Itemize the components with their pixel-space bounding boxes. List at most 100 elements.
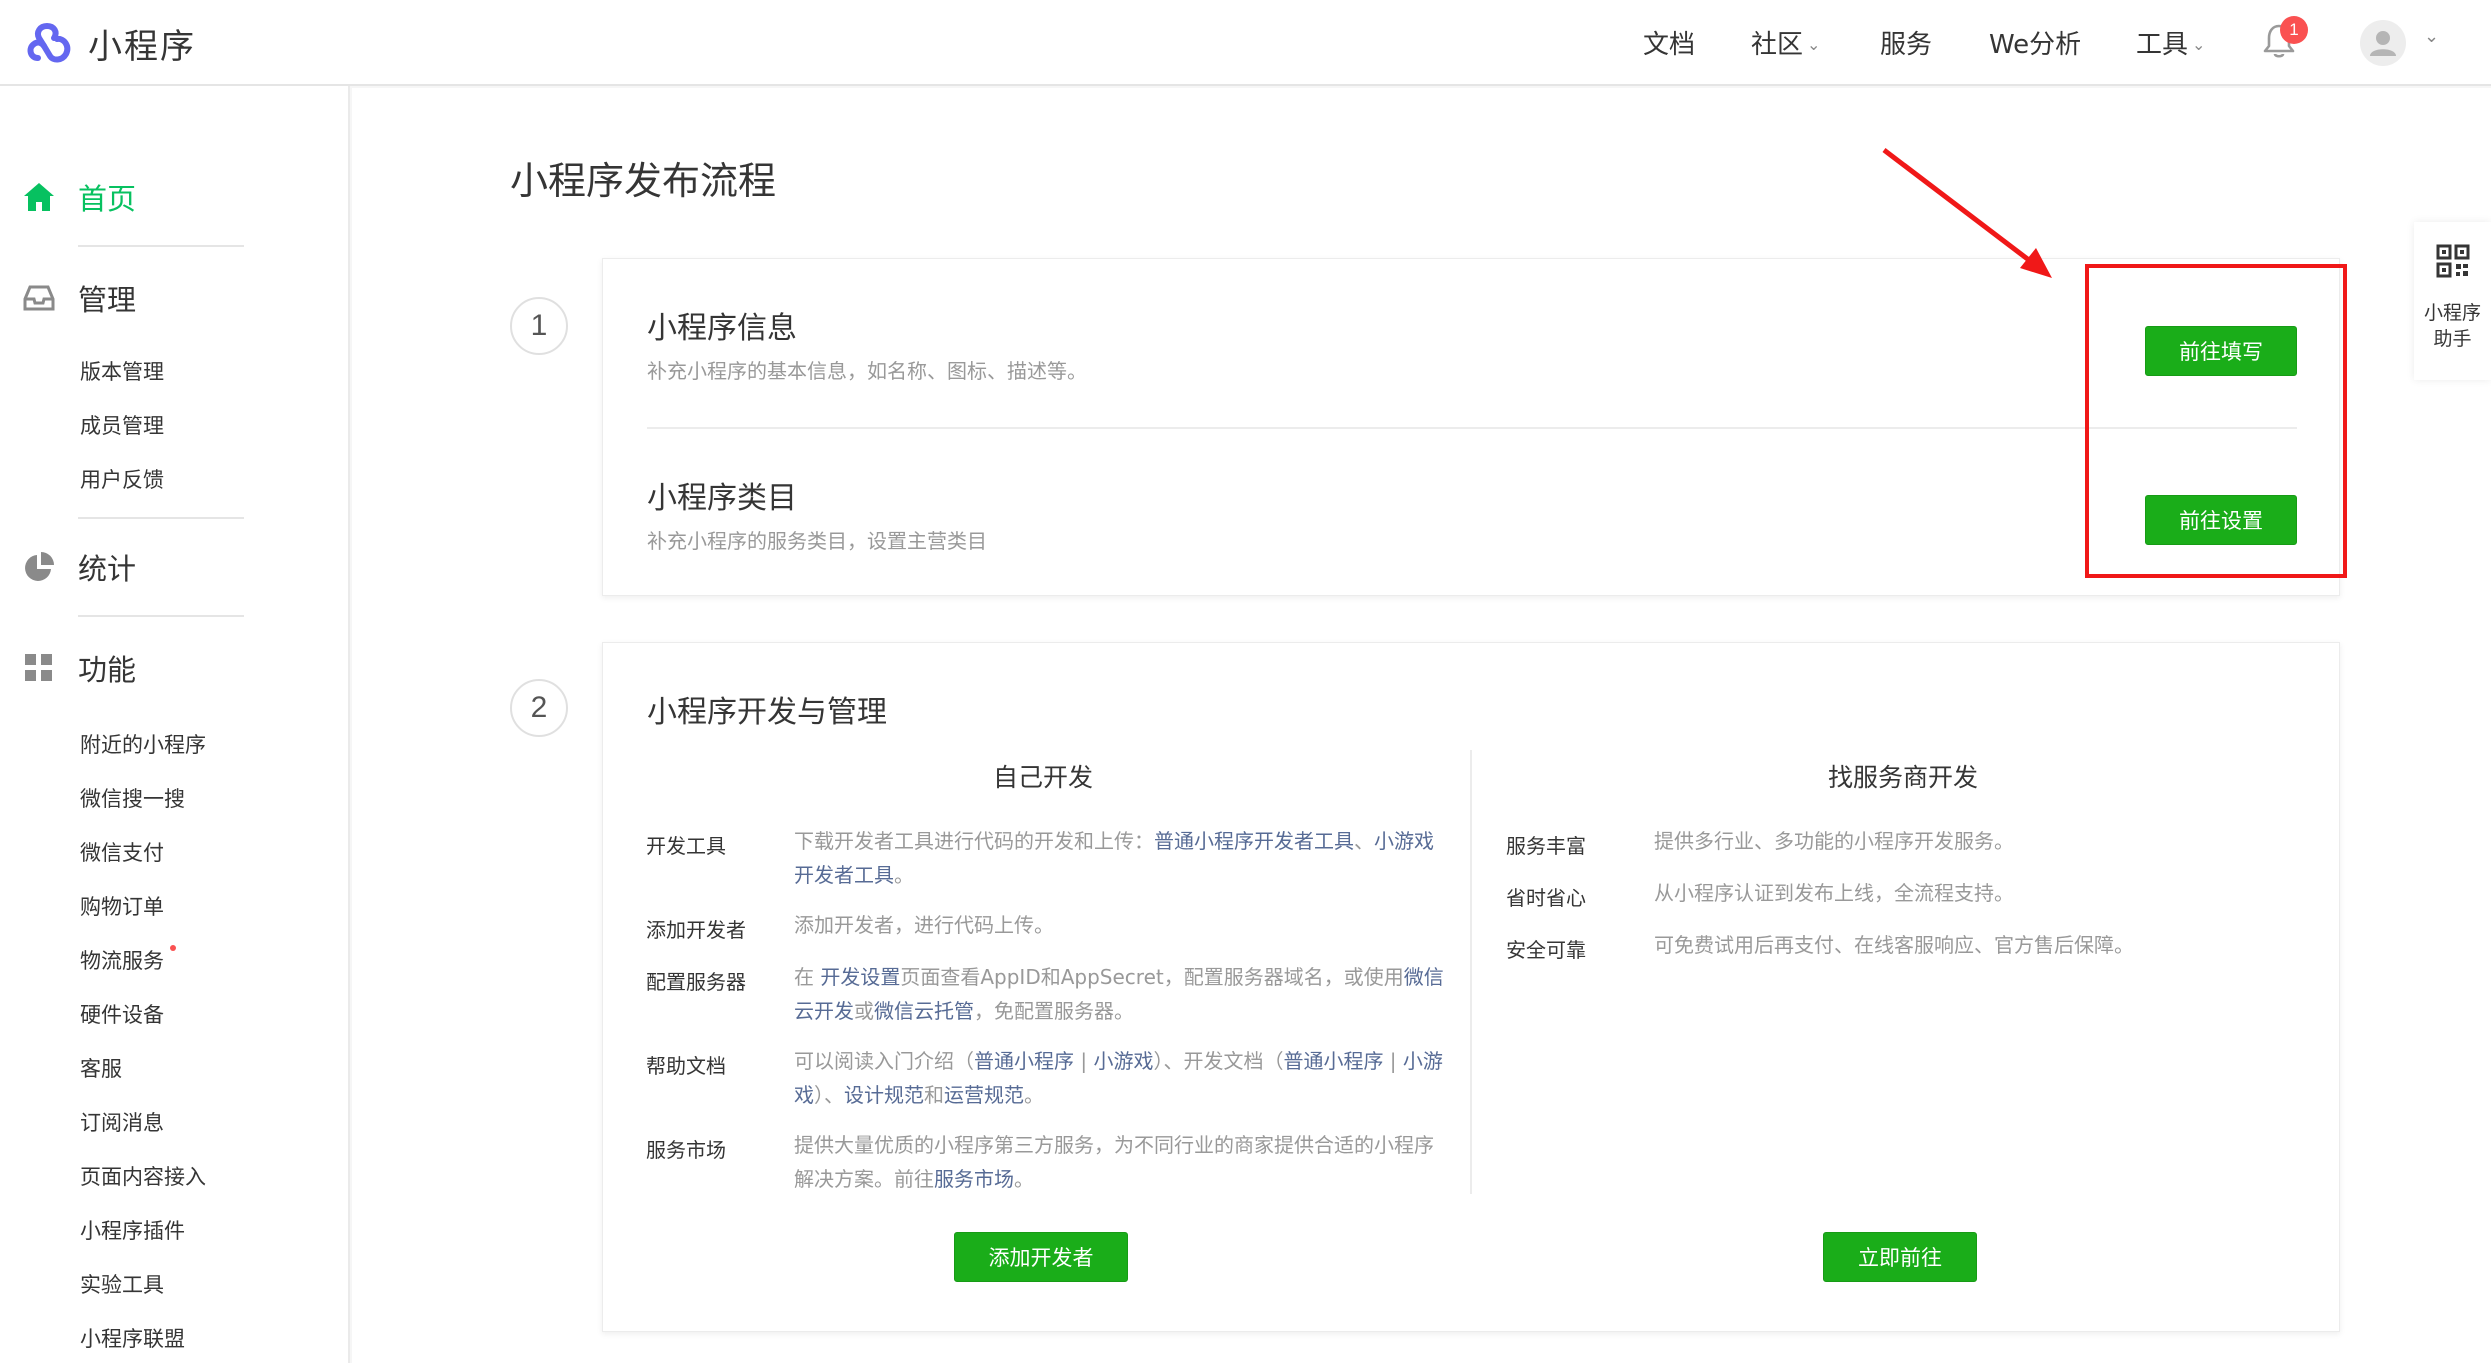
config-text: ，免配置服务器。 bbox=[974, 999, 1134, 1023]
sidebar-item-customer-service[interactable]: 客服 bbox=[80, 1053, 122, 1083]
sidebar-item-hardware[interactable]: 硬件设备 bbox=[80, 999, 164, 1029]
app-name: 小程序 bbox=[88, 26, 196, 67]
row-text-time-saving: 从小程序认证到发布上线，全流程支持。 bbox=[1654, 881, 2014, 905]
sidebar-item-home[interactable]: 首页 bbox=[22, 176, 136, 218]
sidebar-item-features[interactable]: 功能 bbox=[22, 647, 136, 689]
add-developer-text: 添加开发者，进行代码上传。 bbox=[794, 913, 1054, 937]
row-text-service-market: 提供大量优质的小程序第三方服务，为不同行业的商家提供合适的小程序解决方案。前往服… bbox=[794, 1128, 1444, 1196]
assistant-label-line1: 小程序 bbox=[2423, 302, 2481, 324]
link-dev-settings[interactable]: 开发设置 bbox=[820, 965, 900, 989]
avatar-icon[interactable] bbox=[2360, 20, 2406, 66]
period-text: 。 bbox=[1014, 1167, 1034, 1191]
sidebar-item-shopping-orders[interactable]: 购物订单 bbox=[80, 891, 164, 921]
annotation-arrow-icon bbox=[1882, 148, 2052, 278]
nav-community-label: 社区 bbox=[1751, 30, 1804, 60]
new-dot-indicator bbox=[170, 945, 176, 951]
nav-tools-label: 工具 bbox=[2136, 30, 2189, 60]
config-text: 或 bbox=[854, 999, 874, 1023]
link-design-guidelines[interactable]: 设计规范 bbox=[844, 1083, 924, 1107]
help-text: 和 bbox=[924, 1083, 944, 1107]
row-label-help-docs: 帮助文档 bbox=[646, 1054, 726, 1078]
sidebar-item-wechat-search[interactable]: 微信搜一搜 bbox=[80, 783, 185, 813]
dev-tools-text: 下载开发者工具进行代码的开发和上传： bbox=[794, 829, 1154, 853]
nav-community[interactable]: 社区 ⌄ bbox=[1751, 24, 1820, 61]
sidebar-item-page-content[interactable]: 页面内容接入 bbox=[80, 1161, 206, 1191]
sidebar-divider bbox=[78, 615, 244, 617]
link-operation-guidelines[interactable]: 运营规范 bbox=[944, 1083, 1024, 1107]
sidebar-item-user-feedback[interactable]: 用户反馈 bbox=[80, 464, 164, 494]
link-intro-miniprogram[interactable]: 普通小程序 bbox=[974, 1049, 1074, 1073]
row-label-service-market: 服务市场 bbox=[646, 1138, 726, 1162]
nav-tools[interactable]: 工具 ⌄ bbox=[2136, 24, 2205, 61]
nav-services[interactable]: 服务 bbox=[1880, 24, 1932, 61]
sidebar-divider bbox=[78, 517, 244, 519]
step-number-1: 1 bbox=[510, 297, 568, 355]
sidebar-stats-label: 统计 bbox=[78, 552, 137, 586]
sidebar-item-alliance[interactable]: 小程序联盟 bbox=[80, 1323, 185, 1353]
home-icon bbox=[24, 183, 54, 211]
sidebar-item-nearby[interactable]: 附近的小程序 bbox=[80, 729, 206, 759]
config-text: 在 bbox=[794, 965, 821, 989]
sidebar-features-label: 功能 bbox=[78, 653, 137, 687]
sidebar-item-version-management[interactable]: 版本管理 bbox=[80, 356, 164, 386]
sidebar-logistics-label: 物流服务 bbox=[80, 949, 164, 973]
row-text-rich-services: 提供多行业、多功能的小程序开发服务。 bbox=[1654, 829, 2014, 853]
period-text: 。 bbox=[894, 863, 914, 887]
nav-docs[interactable]: 文档 bbox=[1643, 24, 1695, 61]
pie-chart-icon bbox=[25, 552, 54, 581]
notification-badge: 1 bbox=[2280, 16, 2308, 44]
card-divider bbox=[647, 427, 2297, 429]
sidebar: 首页 管理 版本管理 成员管理 用户反馈 统计 功能 附近的小程序 微信搜一搜 … bbox=[0, 86, 350, 1363]
step1-card: 小程序信息 补充小程序的基本信息，如名称、图标、描述等。 前往填写 小程序类目 … bbox=[602, 258, 2340, 596]
step-number-2: 2 bbox=[510, 679, 568, 737]
miniprogram-info-desc: 补充小程序的基本信息，如名称、图标、描述等。 bbox=[647, 359, 1087, 383]
link-intro-minigame[interactable]: 小游戏 bbox=[1093, 1049, 1153, 1073]
nav-we-analysis[interactable]: We分析 bbox=[1989, 24, 2081, 61]
help-text: ）、开发文档（ bbox=[1153, 1049, 1284, 1073]
assistant-label-line2: 助手 bbox=[2433, 328, 2472, 350]
row-label-secure: 安全可靠 bbox=[1506, 938, 1586, 962]
chevron-down-icon[interactable]: ⌄ bbox=[2424, 26, 2439, 47]
row-text-add-developer: 添加开发者，进行代码上传。 bbox=[794, 908, 1444, 942]
market-text: 提供大量优质的小程序第三方服务，为不同行业的商家提供合适的小程序解决方案。前往 bbox=[794, 1133, 1434, 1191]
chevron-down-icon: ⌄ bbox=[2192, 35, 2206, 54]
link-cloud-hosting[interactable]: 微信云托管 bbox=[874, 999, 974, 1023]
top-navigation-bar: 小程序 文档 社区 ⌄ 服务 We分析 工具 ⌄ 1 ⌄ bbox=[0, 0, 2491, 86]
sidebar-manage-label: 管理 bbox=[78, 283, 137, 317]
sidebar-item-member-management[interactable]: 成员管理 bbox=[80, 410, 164, 440]
chevron-down-icon: ⌄ bbox=[1807, 35, 1821, 54]
qr-code-icon bbox=[2436, 244, 2470, 278]
user-silhouette-icon bbox=[2370, 31, 2396, 56]
sidebar-item-plugins[interactable]: 小程序插件 bbox=[80, 1215, 185, 1245]
help-text: 可以阅读入门介绍（ bbox=[794, 1049, 974, 1073]
help-text: 。 bbox=[1024, 1083, 1044, 1107]
sidebar-divider bbox=[78, 245, 244, 247]
sidebar-home-label: 首页 bbox=[78, 182, 137, 216]
row-text-help-docs: 可以阅读入门介绍（普通小程序 | 小游戏）、开发文档（普通小程序 | 小游戏）、… bbox=[794, 1044, 1444, 1112]
link-miniprogram-devtools[interactable]: 普通小程序开发者工具 bbox=[1154, 829, 1354, 853]
sidebar-item-stats[interactable]: 统计 bbox=[22, 546, 136, 588]
link-docs-miniprogram[interactable]: 普通小程序 bbox=[1283, 1049, 1383, 1073]
sidebar-item-subscription-messages[interactable]: 订阅消息 bbox=[80, 1107, 164, 1137]
self-dev-heading: 自己开发 bbox=[993, 763, 1094, 792]
miniprogram-category-title: 小程序类目 bbox=[647, 481, 797, 516]
add-developer-button[interactable]: 添加开发者 bbox=[954, 1232, 1128, 1282]
sidebar-item-wechat-pay[interactable]: 微信支付 bbox=[80, 837, 164, 867]
sidebar-item-experiment-tools[interactable]: 实验工具 bbox=[80, 1269, 164, 1299]
assistant-label: 小程序 助手 bbox=[2414, 300, 2491, 352]
row-label-rich-services: 服务丰富 bbox=[1506, 834, 1586, 858]
go-now-button[interactable]: 立即前往 bbox=[1823, 1232, 1977, 1282]
sidebar-item-manage[interactable]: 管理 bbox=[22, 277, 136, 319]
miniprogram-info-title: 小程序信息 bbox=[647, 311, 797, 346]
miniprogram-assistant-widget[interactable]: 小程序 助手 bbox=[2414, 222, 2491, 380]
link-service-market[interactable]: 服务市场 bbox=[934, 1167, 1014, 1191]
column-separator bbox=[1470, 750, 1472, 1194]
help-text: ）、 bbox=[814, 1083, 844, 1107]
row-label-config-server: 配置服务器 bbox=[646, 970, 746, 994]
app-logo[interactable]: 小程序 bbox=[24, 18, 196, 68]
dev-management-title: 小程序开发与管理 bbox=[647, 695, 887, 730]
config-text: 页面查看AppID和AppSecret，配置服务器域名，或使用 bbox=[900, 965, 1404, 989]
row-text-dev-tools: 下载开发者工具进行代码的开发和上传：普通小程序开发者工具、小游戏开发者工具。 bbox=[794, 824, 1444, 892]
sidebar-item-logistics[interactable]: 物流服务 bbox=[80, 945, 176, 975]
annotation-highlight-box bbox=[2085, 264, 2347, 578]
